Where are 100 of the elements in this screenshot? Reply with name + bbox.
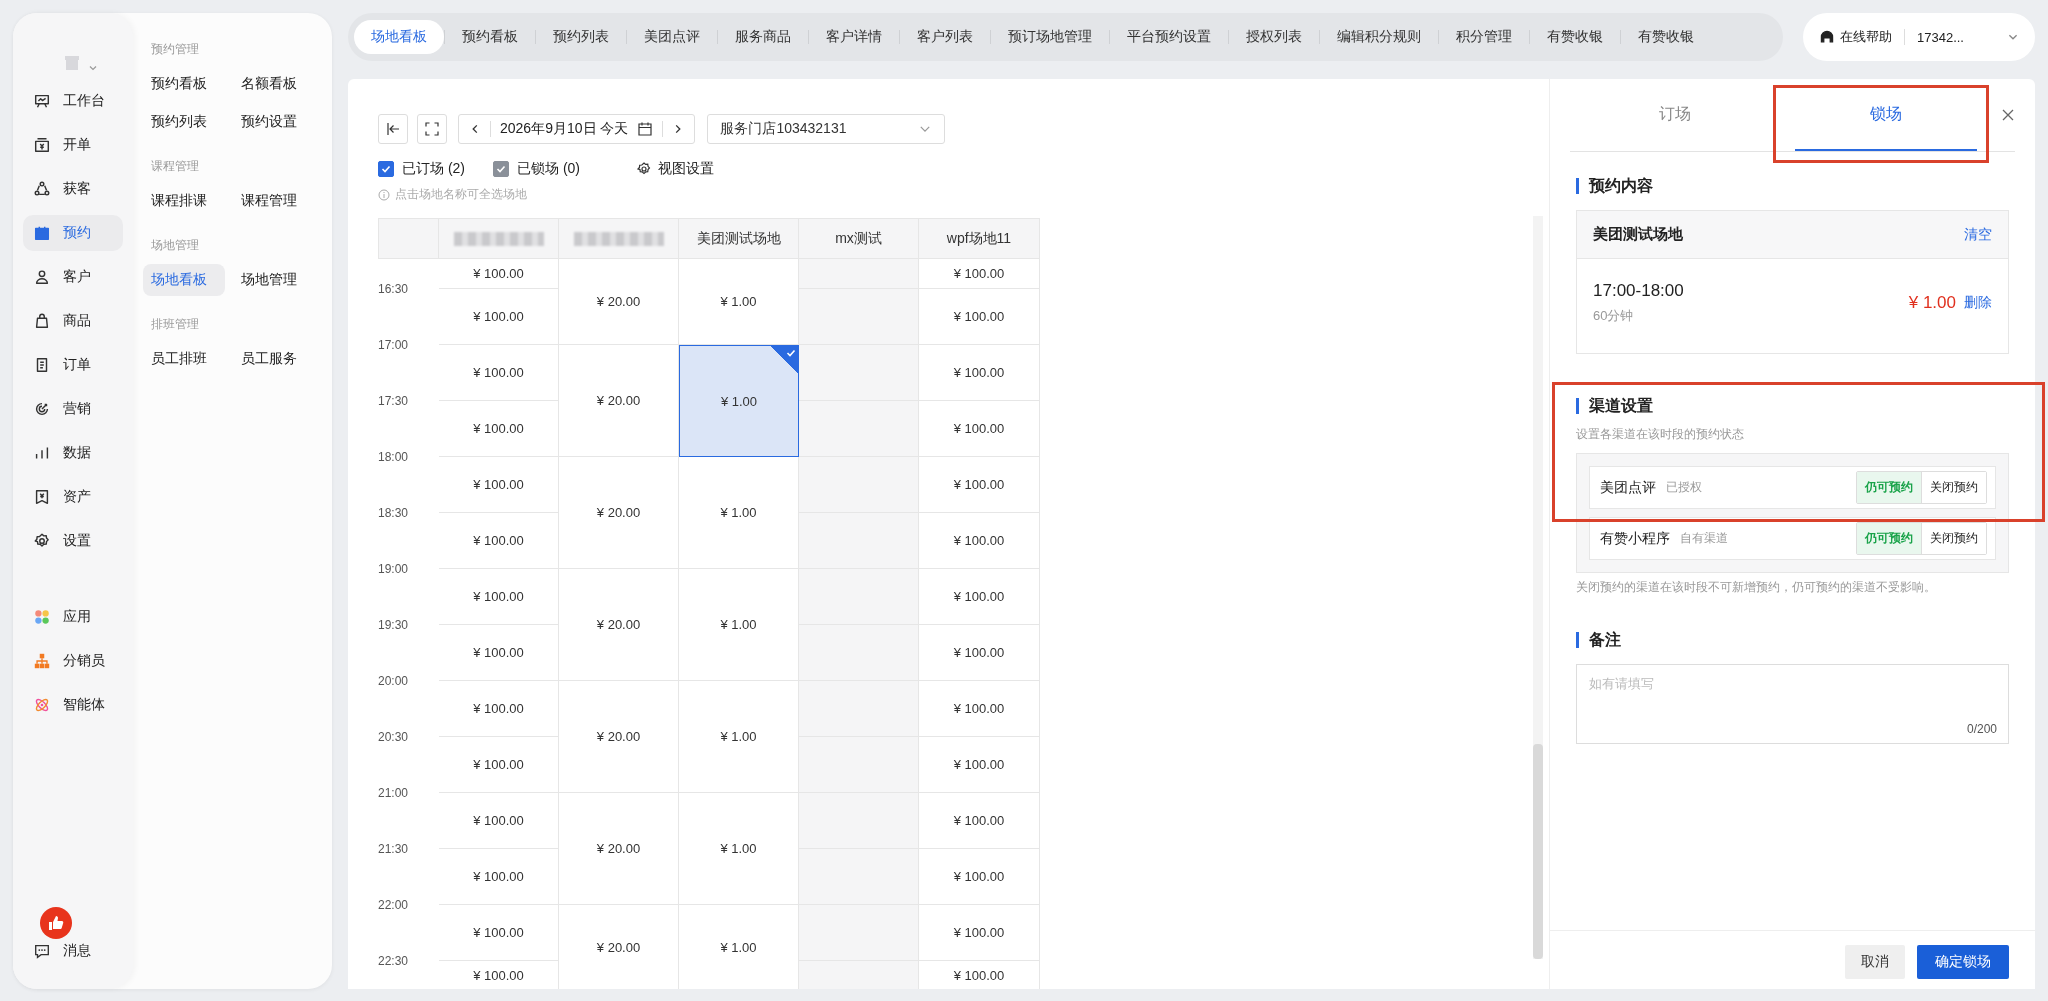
price-slot[interactable]: ¥ 100.00 (439, 625, 559, 681)
price-slot[interactable]: ¥ 20.00 (559, 569, 679, 681)
page-tab[interactable]: 预约列表 (536, 20, 626, 54)
chevron-down-icon[interactable] (88, 63, 98, 73)
account-name[interactable]: 17342... (1917, 29, 1999, 45)
price-slot[interactable]: ¥ 100.00 (439, 905, 559, 961)
panel-tab[interactable]: 订场 (1584, 79, 1767, 151)
view-settings-button[interactable]: 视图设置 (636, 160, 714, 178)
price-slot[interactable]: ¥ 100.00 (919, 905, 1040, 961)
submenu-item[interactable]: 预约看板 (143, 68, 215, 100)
fullscreen-button[interactable] (417, 114, 447, 144)
store-select[interactable]: 服务门店103432131 (707, 114, 946, 144)
nav-item[interactable]: 开单 (23, 127, 123, 163)
price-slot[interactable]: ¥ 100.00 (919, 289, 1040, 345)
filter-checkbox[interactable]: 已订场 (2) (378, 160, 465, 178)
nav-item[interactable]: 设置 (23, 523, 123, 559)
submenu-item[interactable]: 场地管理 (232, 264, 305, 296)
page-tab[interactable]: 授权列表 (1229, 20, 1319, 54)
price-slot[interactable]: ¥ 100.00 (919, 793, 1040, 849)
price-slot[interactable]: ¥ 20.00 (559, 345, 679, 457)
page-tab[interactable]: 预约看板 (445, 20, 535, 54)
price-slot[interactable]: ¥ 20.00 (559, 681, 679, 793)
price-slot[interactable]: ¥ 20.00 (559, 259, 679, 345)
confirm-button[interactable]: 确定锁场 (1917, 945, 2009, 979)
page-tab[interactable]: 有赞收银 (1621, 20, 1711, 54)
page-tab[interactable]: 客户列表 (900, 20, 990, 54)
calendar-icon[interactable] (637, 121, 654, 137)
page-tab[interactable]: 积分管理 (1439, 20, 1529, 54)
submenu-item[interactable]: 名额看板 (232, 68, 305, 100)
price-slot[interactable]: ¥ 100.00 (919, 569, 1040, 625)
nav-item[interactable]: 客户 (23, 259, 123, 295)
nav-item[interactable]: 资产 (23, 479, 123, 515)
nav-item[interactable]: 分销员 (23, 643, 123, 679)
submenu-item[interactable]: 预约列表 (143, 106, 215, 138)
price-slot[interactable]: ¥ 100.00 (439, 289, 559, 345)
venue-header[interactable]: mx测试 (799, 218, 919, 259)
price-slot[interactable]: ¥ 100.00 (439, 737, 559, 793)
thumbs-up-icon[interactable] (40, 907, 72, 939)
filter-checkbox[interactable]: 已锁场 (0) (493, 160, 580, 178)
page-tab[interactable]: 有赞收银 (1530, 20, 1620, 54)
page-tab[interactable]: 场地看板 (354, 20, 444, 54)
collapse-button[interactable] (378, 114, 408, 144)
date-picker[interactable]: 2026年9月10日 今天 (458, 114, 696, 144)
page-tab[interactable]: 服务商品 (718, 20, 808, 54)
page-tab[interactable]: 预订场地管理 (991, 20, 1109, 54)
close-icon[interactable] (2001, 108, 2015, 122)
nav-item[interactable]: 订单 (23, 347, 123, 383)
price-slot[interactable]: ¥ 100.00 (919, 259, 1040, 289)
status-option[interactable]: 关闭预约 (1921, 472, 1986, 503)
price-slot[interactable]: ¥ 100.00 (439, 457, 559, 513)
price-slot[interactable]: ¥ 100.00 (439, 793, 559, 849)
submenu-item[interactable]: 员工排班 (143, 343, 215, 375)
nav-item[interactable]: 应用 (23, 599, 123, 635)
price-slot[interactable]: ¥ 100.00 (919, 849, 1040, 905)
price-slot[interactable]: ¥ 1.00 (679, 457, 799, 569)
delete-link[interactable]: 删除 (1964, 294, 1992, 312)
venue-header[interactable]: wpf场地11 (919, 218, 1040, 259)
scrollbar[interactable] (1533, 216, 1543, 959)
status-option[interactable]: 关闭预约 (1921, 523, 1986, 554)
nav-item[interactable]: 智能体 (23, 687, 123, 723)
nav-item[interactable]: 消息 (23, 933, 123, 969)
price-slot[interactable]: ¥ 1.00 (679, 345, 799, 457)
submenu-item[interactable]: 课程管理 (232, 185, 305, 217)
price-slot[interactable]: ¥ 20.00 (559, 457, 679, 569)
nav-item[interactable]: 营销 (23, 391, 123, 427)
price-slot[interactable]: ¥ 20.00 (559, 793, 679, 905)
page-tab[interactable]: 编辑积分规则 (1320, 20, 1438, 54)
nav-item[interactable]: 获客 (23, 171, 123, 207)
price-slot[interactable]: ¥ 100.00 (439, 513, 559, 569)
help-link[interactable]: 在线帮助 (1819, 28, 1892, 46)
cancel-button[interactable]: 取消 (1845, 945, 1905, 979)
price-slot[interactable]: ¥ 100.00 (439, 259, 559, 289)
page-tab[interactable]: 美团点评 (627, 20, 717, 54)
price-slot[interactable]: ¥ 100.00 (919, 681, 1040, 737)
price-slot[interactable]: ¥ 100.00 (919, 345, 1040, 401)
price-slot[interactable]: ¥ 100.00 (919, 401, 1040, 457)
price-slot[interactable]: ¥ 100.00 (439, 681, 559, 737)
price-slot[interactable]: ¥ 100.00 (919, 737, 1040, 793)
nav-item[interactable]: 数据 (23, 435, 123, 471)
price-slot[interactable]: ¥ 1.00 (679, 681, 799, 793)
venue-header[interactable]: 美团测试场地 (679, 218, 799, 259)
price-slot[interactable]: ¥ 1.00 (679, 793, 799, 905)
page-tab[interactable]: 客户详情 (809, 20, 899, 54)
price-slot[interactable]: ¥ 1.00 (679, 259, 799, 345)
price-slot[interactable]: ¥ 100.00 (439, 345, 559, 401)
price-slot[interactable]: ¥ 100.00 (919, 513, 1040, 569)
submenu-item[interactable]: 预约设置 (232, 106, 305, 138)
submenu-item[interactable]: 课程排课 (143, 185, 215, 217)
price-slot[interactable]: ¥ 100.00 (439, 849, 559, 905)
price-slot[interactable]: ¥ 100.00 (439, 569, 559, 625)
price-slot[interactable]: ¥ 100.00 (439, 401, 559, 457)
page-tab[interactable]: 平台预约设置 (1110, 20, 1228, 54)
submenu-item[interactable]: 员工服务 (232, 343, 305, 375)
nav-item[interactable]: 预约 (23, 215, 123, 251)
panel-tab[interactable]: 锁场 (1794, 79, 1977, 151)
checkbox[interactable] (493, 161, 509, 177)
submenu-item[interactable]: 场地看板 (143, 264, 225, 296)
nav-item[interactable]: 工作台 (23, 83, 123, 119)
price-slot[interactable]: ¥ 100.00 (919, 457, 1040, 513)
checkbox[interactable] (378, 161, 394, 177)
